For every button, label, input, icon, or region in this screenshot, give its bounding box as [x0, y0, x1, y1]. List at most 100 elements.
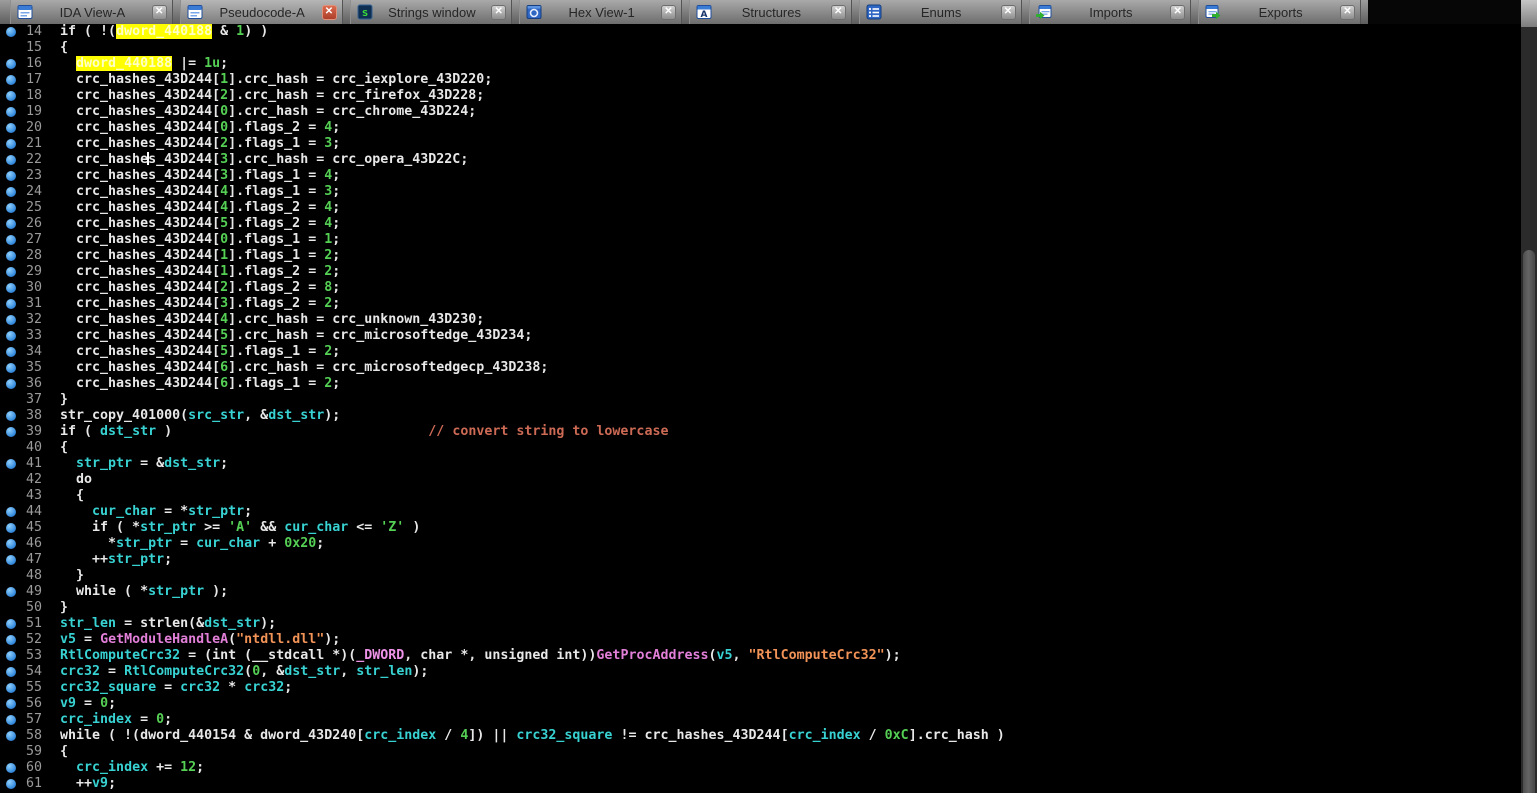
- breakpoint-dot[interactable]: [6, 555, 16, 565]
- breakpoint-dot[interactable]: [6, 203, 16, 213]
- code-line[interactable]: 28 crc_hashes_43D244[1].flags_1 = 2;: [0, 248, 1521, 264]
- breakpoint-dot[interactable]: [6, 187, 16, 197]
- code-line[interactable]: 22 crc_hashes_43D244[3].crc_hash = crc_o…: [0, 152, 1521, 168]
- breakpoint-dot[interactable]: [6, 587, 16, 597]
- breakpoint-dot[interactable]: [6, 363, 16, 373]
- tab-structures[interactable]: AStructures✕: [689, 0, 852, 24]
- breakpoint-dot[interactable]: [6, 683, 16, 693]
- breakpoint-dot[interactable]: [6, 763, 16, 773]
- code-line[interactable]: 48 }: [0, 568, 1521, 584]
- code-line[interactable]: 35 crc_hashes_43D244[6].crc_hash = crc_m…: [0, 360, 1521, 376]
- code-line[interactable]: 25 crc_hashes_43D244[4].flags_2 = 4;: [0, 200, 1521, 216]
- code-line[interactable]: 52 v5 = GetModuleHandleA("ntdll.dll");: [0, 632, 1521, 648]
- code-line[interactable]: 17 crc_hashes_43D244[1].crc_hash = crc_i…: [0, 72, 1521, 88]
- breakpoint-dot[interactable]: [6, 235, 16, 245]
- code-line[interactable]: 20 crc_hashes_43D244[0].flags_2 = 4;: [0, 120, 1521, 136]
- tab-close-button[interactable]: ✕: [1001, 5, 1016, 20]
- code-line[interactable]: 38 str_copy_401000(src_str, &dst_str);: [0, 408, 1521, 424]
- code-line[interactable]: 21 crc_hashes_43D244[2].flags_1 = 3;: [0, 136, 1521, 152]
- breakpoint-dot[interactable]: [6, 315, 16, 325]
- scrollbar-thumb[interactable]: [1523, 250, 1535, 793]
- scrollbar-top-button[interactable]: [1521, 0, 1537, 27]
- code-line[interactable]: 57 crc_index = 0;: [0, 712, 1521, 728]
- breakpoint-dot[interactable]: [6, 123, 16, 133]
- code-line[interactable]: 26 crc_hashes_43D244[5].flags_2 = 4;: [0, 216, 1521, 232]
- breakpoint-dot[interactable]: [6, 283, 16, 293]
- code-line[interactable]: 58 while ( !(dword_440154 & dword_43D240…: [0, 728, 1521, 744]
- tab-close-button[interactable]: ✕: [152, 5, 167, 20]
- breakpoint-dot[interactable]: [6, 267, 16, 277]
- breakpoint-dot[interactable]: [6, 779, 16, 789]
- breakpoint-dot[interactable]: [6, 731, 16, 741]
- code-line[interactable]: 16 dword_440188 |= 1u;: [0, 56, 1521, 72]
- breakpoint-dot[interactable]: [6, 251, 16, 261]
- code-line[interactable]: 46 *str_ptr = cur_char + 0x20;: [0, 536, 1521, 552]
- code-line[interactable]: 33 crc_hashes_43D244[5].crc_hash = crc_m…: [0, 328, 1521, 344]
- code-line[interactable]: 42 do: [0, 472, 1521, 488]
- tab-close-button[interactable]: ✕: [1170, 5, 1185, 20]
- code-line[interactable]: 43 {: [0, 488, 1521, 504]
- code-line[interactable]: 39 if ( dst_str ) // convert string to l…: [0, 424, 1521, 440]
- code-line[interactable]: 45 if ( *str_ptr >= 'A' && cur_char <= '…: [0, 520, 1521, 536]
- tab-strings-window[interactable]: sStrings window✕: [350, 0, 513, 24]
- code-line[interactable]: 40 {: [0, 440, 1521, 456]
- breakpoint-dot[interactable]: [6, 75, 16, 85]
- code-line[interactable]: 19 crc_hashes_43D244[0].crc_hash = crc_c…: [0, 104, 1521, 120]
- breakpoint-dot[interactable]: [6, 523, 16, 533]
- breakpoint-dot[interactable]: [6, 107, 16, 117]
- breakpoint-dot[interactable]: [6, 667, 16, 677]
- code-line[interactable]: 53 RtlComputeCrc32 = (int (__stdcall *)(…: [0, 648, 1521, 664]
- tab-exports[interactable]: Exports✕: [1198, 0, 1361, 24]
- code-line[interactable]: 61 ++v9;: [0, 776, 1521, 792]
- code-line[interactable]: 55 crc32_square = crc32 * crc32;: [0, 680, 1521, 696]
- breakpoint-dot[interactable]: [6, 171, 16, 181]
- pseudocode-view[interactable]: 14 if ( !(dword_440188 & 1) )15 {16 dwor…: [0, 24, 1521, 793]
- code-line[interactable]: 27 crc_hashes_43D244[0].flags_1 = 1;: [0, 232, 1521, 248]
- code-line[interactable]: 24 crc_hashes_43D244[4].flags_1 = 3;: [0, 184, 1521, 200]
- code-line[interactable]: 34 crc_hashes_43D244[5].flags_1 = 2;: [0, 344, 1521, 360]
- breakpoint-dot[interactable]: [6, 91, 16, 101]
- code-line[interactable]: 15 {: [0, 40, 1521, 56]
- code-line[interactable]: 23 crc_hashes_43D244[3].flags_1 = 4;: [0, 168, 1521, 184]
- breakpoint-dot[interactable]: [6, 299, 16, 309]
- breakpoint-dot[interactable]: [6, 411, 16, 421]
- code-line[interactable]: 56 v9 = 0;: [0, 696, 1521, 712]
- tab-close-button[interactable]: ✕: [831, 5, 846, 20]
- tab-ida-view-a[interactable]: IDA View-A✕: [10, 0, 173, 24]
- breakpoint-dot[interactable]: [6, 427, 16, 437]
- breakpoint-dot[interactable]: [6, 331, 16, 341]
- code-line[interactable]: 32 crc_hashes_43D244[4].crc_hash = crc_u…: [0, 312, 1521, 328]
- breakpoint-dot[interactable]: [6, 219, 16, 229]
- breakpoint-dot[interactable]: [6, 619, 16, 629]
- code-line[interactable]: 36 crc_hashes_43D244[6].flags_1 = 2;: [0, 376, 1521, 392]
- breakpoint-dot[interactable]: [6, 699, 16, 709]
- tab-close-button[interactable]: ✕: [322, 5, 337, 20]
- code-line[interactable]: 31 crc_hashes_43D244[3].flags_2 = 2;: [0, 296, 1521, 312]
- code-line[interactable]: 37 }: [0, 392, 1521, 408]
- code-line[interactable]: 54 crc32 = RtlComputeCrc32(0, &dst_str, …: [0, 664, 1521, 680]
- code-line[interactable]: 60 crc_index += 12;: [0, 760, 1521, 776]
- code-line[interactable]: 14 if ( !(dword_440188 & 1) ): [0, 24, 1521, 40]
- code-line[interactable]: 44 cur_char = *str_ptr;: [0, 504, 1521, 520]
- breakpoint-dot[interactable]: [6, 59, 16, 69]
- tab-close-button[interactable]: ✕: [1340, 5, 1355, 20]
- breakpoint-dot[interactable]: [6, 155, 16, 165]
- breakpoint-dot[interactable]: [6, 651, 16, 661]
- code-line[interactable]: 18 crc_hashes_43D244[2].crc_hash = crc_f…: [0, 88, 1521, 104]
- code-line[interactable]: 41 str_ptr = &dst_str;: [0, 456, 1521, 472]
- code-line[interactable]: 30 crc_hashes_43D244[2].flags_2 = 8;: [0, 280, 1521, 296]
- tab-hex-view-1[interactable]: Hex View-1✕: [519, 0, 682, 24]
- scrollbar[interactable]: [1521, 0, 1537, 793]
- tab-close-button[interactable]: ✕: [491, 5, 506, 20]
- code-line[interactable]: 29 crc_hashes_43D244[1].flags_2 = 2;: [0, 264, 1521, 280]
- tab-close-button[interactable]: ✕: [661, 5, 676, 20]
- tab-pseudocode-a[interactable]: Pseudocode-A✕: [180, 0, 343, 24]
- breakpoint-dot[interactable]: [6, 347, 16, 357]
- tab-imports[interactable]: Imports✕: [1029, 0, 1192, 24]
- breakpoint-dot[interactable]: [6, 27, 16, 37]
- breakpoint-dot[interactable]: [6, 715, 16, 725]
- breakpoint-dot[interactable]: [6, 459, 16, 469]
- breakpoint-dot[interactable]: [6, 507, 16, 517]
- tab-enums[interactable]: Enums✕: [859, 0, 1022, 24]
- breakpoint-dot[interactable]: [6, 139, 16, 149]
